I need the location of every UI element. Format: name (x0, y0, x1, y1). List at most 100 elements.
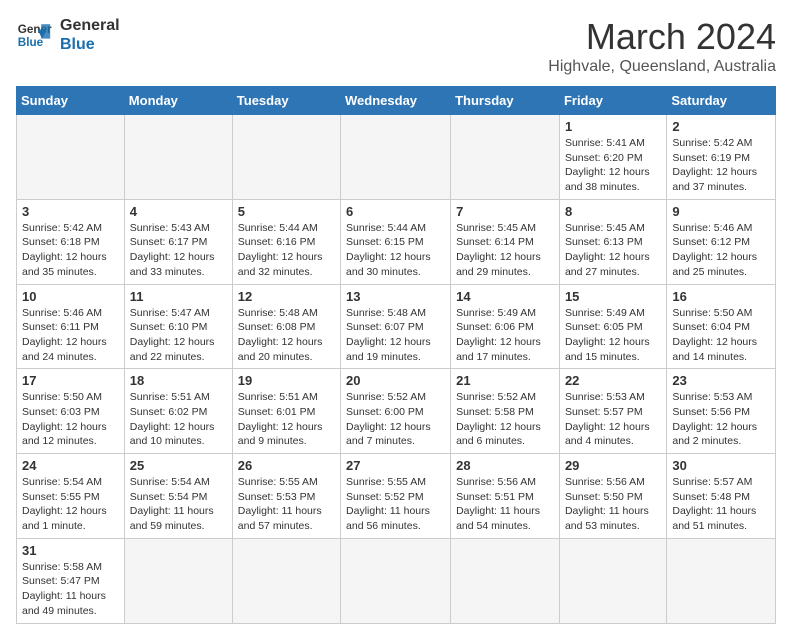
day-number: 30 (672, 458, 770, 473)
day-number: 13 (346, 289, 445, 304)
day-number: 28 (456, 458, 554, 473)
week-row-6: 31 Sunrise: 5:58 AM Sunset: 5:47 PM Dayli… (17, 538, 776, 623)
day-number: 18 (130, 373, 227, 388)
calendar-cell: 26 Sunrise: 5:55 AM Sunset: 5:53 PM Dayli… (232, 454, 340, 539)
calendar-cell: 22 Sunrise: 5:53 AM Sunset: 5:57 PM Dayli… (559, 369, 666, 454)
calendar-cell: 27 Sunrise: 5:55 AM Sunset: 5:52 PM Dayli… (341, 454, 451, 539)
calendar-cell (124, 538, 232, 623)
day-info: Sunrise: 5:54 AM Sunset: 5:55 PM Dayligh… (22, 475, 119, 534)
calendar-cell: 25 Sunrise: 5:54 AM Sunset: 5:54 PM Dayli… (124, 454, 232, 539)
week-row-2: 3 Sunrise: 5:42 AM Sunset: 6:18 PM Daylig… (17, 199, 776, 284)
calendar-cell: 2Sunrise: 5:42 AM Sunset: 6:19 PM Daylig… (667, 115, 776, 200)
day-info: Sunrise: 5:43 AM Sunset: 6:17 PM Dayligh… (130, 221, 227, 280)
calendar-cell (232, 115, 340, 200)
week-row-5: 24 Sunrise: 5:54 AM Sunset: 5:55 PM Dayli… (17, 454, 776, 539)
calendar-cell: 13Sunrise: 5:48 AM Sunset: 6:07 PM Dayli… (341, 284, 451, 369)
day-number: 6 (346, 204, 445, 219)
day-info: Sunrise: 5:49 AM Sunset: 6:06 PM Dayligh… (456, 306, 554, 365)
weekday-header-friday: Friday (559, 87, 666, 115)
weekday-header-saturday: Saturday (667, 87, 776, 115)
calendar-cell (124, 115, 232, 200)
day-info: Sunrise: 5:50 AM Sunset: 6:03 PM Dayligh… (22, 390, 119, 449)
day-number: 27 (346, 458, 445, 473)
day-info: Sunrise: 5:56 AM Sunset: 5:51 PM Dayligh… (456, 475, 554, 534)
title-block: March 2024 Highvale, Queensland, Austral… (548, 16, 776, 76)
calendar-subtitle: Highvale, Queensland, Australia (548, 58, 776, 76)
day-info: Sunrise: 5:55 AM Sunset: 5:52 PM Dayligh… (346, 475, 445, 534)
calendar-cell (341, 115, 451, 200)
calendar-cell: 21Sunrise: 5:52 AM Sunset: 5:58 PM Dayli… (451, 369, 560, 454)
day-info: Sunrise: 5:46 AM Sunset: 6:12 PM Dayligh… (672, 221, 770, 280)
calendar-cell: 4Sunrise: 5:43 AM Sunset: 6:17 PM Daylig… (124, 199, 232, 284)
day-info: Sunrise: 5:53 AM Sunset: 5:57 PM Dayligh… (565, 390, 661, 449)
day-info: Sunrise: 5:55 AM Sunset: 5:53 PM Dayligh… (238, 475, 335, 534)
calendar-cell: 1Sunrise: 5:41 AM Sunset: 6:20 PM Daylig… (559, 115, 666, 200)
day-number: 5 (238, 204, 335, 219)
calendar-cell: 29Sunrise: 5:56 AM Sunset: 5:50 PM Dayli… (559, 454, 666, 539)
day-number: 31 (22, 543, 119, 558)
day-number: 3 (22, 204, 119, 219)
day-info: Sunrise: 5:51 AM Sunset: 6:02 PM Dayligh… (130, 390, 227, 449)
day-info: Sunrise: 5:42 AM Sunset: 6:19 PM Dayligh… (672, 136, 770, 195)
day-number: 17 (22, 373, 119, 388)
day-number: 1 (565, 119, 661, 134)
day-number: 14 (456, 289, 554, 304)
calendar-cell: 11 Sunrise: 5:47 AM Sunset: 6:10 PM Dayli… (124, 284, 232, 369)
day-number: 10 (22, 289, 119, 304)
day-number: 21 (456, 373, 554, 388)
calendar-cell: 24 Sunrise: 5:54 AM Sunset: 5:55 PM Dayli… (17, 454, 125, 539)
day-number: 15 (565, 289, 661, 304)
calendar-cell (17, 115, 125, 200)
day-info: Sunrise: 5:45 AM Sunset: 6:13 PM Dayligh… (565, 221, 661, 280)
day-number: 23 (672, 373, 770, 388)
day-info: Sunrise: 5:52 AM Sunset: 6:00 PM Dayligh… (346, 390, 445, 449)
calendar-cell (559, 538, 666, 623)
logo: General Blue General Blue (16, 16, 120, 54)
calendar-cell: 31 Sunrise: 5:58 AM Sunset: 5:47 PM Dayli… (17, 538, 125, 623)
day-number: 11 (130, 289, 227, 304)
day-info: Sunrise: 5:53 AM Sunset: 5:56 PM Dayligh… (672, 390, 770, 449)
day-info: Sunrise: 5:49 AM Sunset: 6:05 PM Dayligh… (565, 306, 661, 365)
calendar-cell: 17 Sunrise: 5:50 AM Sunset: 6:03 PM Dayli… (17, 369, 125, 454)
week-row-1: 1Sunrise: 5:41 AM Sunset: 6:20 PM Daylig… (17, 115, 776, 200)
day-number: 29 (565, 458, 661, 473)
day-number: 8 (565, 204, 661, 219)
calendar-cell (232, 538, 340, 623)
day-info: Sunrise: 5:47 AM Sunset: 6:10 PM Dayligh… (130, 306, 227, 365)
day-number: 25 (130, 458, 227, 473)
day-info: Sunrise: 5:46 AM Sunset: 6:11 PM Dayligh… (22, 306, 119, 365)
calendar-cell (451, 538, 560, 623)
calendar-cell (341, 538, 451, 623)
calendar-cell: 28 Sunrise: 5:56 AM Sunset: 5:51 PM Dayli… (451, 454, 560, 539)
day-number: 24 (22, 458, 119, 473)
weekday-header-row: SundayMondayTuesdayWednesdayThursdayFrid… (17, 87, 776, 115)
calendar-cell: 23 Sunrise: 5:53 AM Sunset: 5:56 PM Dayli… (667, 369, 776, 454)
week-row-3: 10 Sunrise: 5:46 AM Sunset: 6:11 PM Dayli… (17, 284, 776, 369)
day-info: Sunrise: 5:45 AM Sunset: 6:14 PM Dayligh… (456, 221, 554, 280)
svg-text:Blue: Blue (18, 36, 44, 49)
calendar-cell (451, 115, 560, 200)
day-number: 9 (672, 204, 770, 219)
day-info: Sunrise: 5:42 AM Sunset: 6:18 PM Dayligh… (22, 221, 119, 280)
weekday-header-monday: Monday (124, 87, 232, 115)
calendar-cell: 6Sunrise: 5:44 AM Sunset: 6:15 PM Daylig… (341, 199, 451, 284)
day-info: Sunrise: 5:51 AM Sunset: 6:01 PM Dayligh… (238, 390, 335, 449)
logo-general: General (60, 16, 120, 35)
calendar-cell: 18 Sunrise: 5:51 AM Sunset: 6:02 PM Dayli… (124, 369, 232, 454)
day-number: 16 (672, 289, 770, 304)
weekday-header-wednesday: Wednesday (341, 87, 451, 115)
day-info: Sunrise: 5:50 AM Sunset: 6:04 PM Dayligh… (672, 306, 770, 365)
day-number: 19 (238, 373, 335, 388)
calendar-cell: 10 Sunrise: 5:46 AM Sunset: 6:11 PM Dayli… (17, 284, 125, 369)
calendar-cell: 7Sunrise: 5:45 AM Sunset: 6:14 PM Daylig… (451, 199, 560, 284)
logo-blue: Blue (60, 35, 120, 54)
calendar-cell: 19 Sunrise: 5:51 AM Sunset: 6:01 PM Dayli… (232, 369, 340, 454)
day-number: 20 (346, 373, 445, 388)
day-number: 26 (238, 458, 335, 473)
weekday-header-tuesday: Tuesday (232, 87, 340, 115)
day-info: Sunrise: 5:54 AM Sunset: 5:54 PM Dayligh… (130, 475, 227, 534)
day-info: Sunrise: 5:57 AM Sunset: 5:48 PM Dayligh… (672, 475, 770, 534)
calendar-table: SundayMondayTuesdayWednesdayThursdayFrid… (16, 86, 776, 624)
day-info: Sunrise: 5:58 AM Sunset: 5:47 PM Dayligh… (22, 560, 119, 619)
day-number: 22 (565, 373, 661, 388)
